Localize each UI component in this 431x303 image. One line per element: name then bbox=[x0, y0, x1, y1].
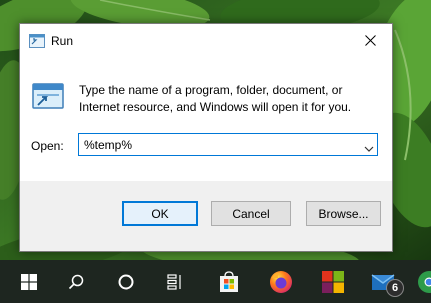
dialog-footer: OK Cancel Browse... bbox=[20, 181, 392, 251]
cortana-button[interactable] bbox=[103, 260, 149, 303]
chrome-button[interactable] bbox=[410, 260, 431, 303]
microsoft-store-button[interactable] bbox=[206, 260, 252, 303]
chevron-down-icon[interactable] bbox=[364, 140, 374, 158]
search-icon bbox=[68, 274, 84, 289]
close-button[interactable] bbox=[348, 24, 392, 57]
ok-button[interactable]: OK bbox=[122, 201, 198, 226]
dialog-title: Run bbox=[51, 34, 74, 48]
title-bar[interactable]: Run bbox=[20, 24, 392, 57]
run-dialog: Run Type the name of a program, folder, … bbox=[19, 23, 393, 252]
run-icon bbox=[29, 34, 45, 53]
open-input[interactable]: %temp% bbox=[84, 138, 132, 152]
office-button[interactable] bbox=[310, 260, 356, 303]
chrome-icon bbox=[418, 270, 431, 293]
windows-start-icon bbox=[21, 273, 37, 290]
browse-button[interactable]: Browse... bbox=[306, 201, 381, 226]
task-view-button[interactable] bbox=[153, 260, 199, 303]
open-combobox[interactable]: %temp% bbox=[78, 133, 378, 156]
firefox-icon bbox=[270, 270, 292, 293]
cortana-icon bbox=[118, 274, 134, 289]
close-icon bbox=[364, 35, 376, 46]
office-icon bbox=[322, 270, 344, 293]
open-label: Open: bbox=[31, 139, 64, 153]
task-view-icon bbox=[167, 273, 181, 290]
run-app-icon bbox=[32, 83, 64, 114]
search-button[interactable] bbox=[53, 260, 99, 303]
cancel-button[interactable]: Cancel bbox=[211, 201, 291, 226]
mail-badge: 6 bbox=[386, 279, 404, 297]
start-button[interactable] bbox=[6, 260, 52, 303]
dialog-description: Type the name of a program, folder, docu… bbox=[79, 83, 352, 114]
firefox-button[interactable] bbox=[258, 260, 304, 303]
microsoft-store-icon bbox=[220, 270, 238, 292]
taskbar bbox=[0, 260, 431, 303]
